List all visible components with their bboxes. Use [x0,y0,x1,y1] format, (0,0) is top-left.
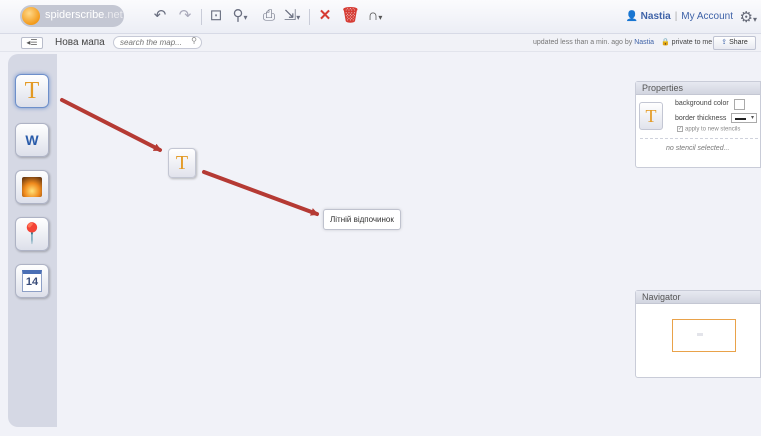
apply-checkbox[interactable]: ✓ [677,126,683,132]
navigator-title[interactable]: Navigator [636,291,760,304]
dragging-text-stencil[interactable]: T [168,148,196,178]
stencil-thumbnail: T [639,102,663,130]
panel-divider [640,138,758,139]
navigator-node-preview [697,333,703,336]
chevron-down-icon: ▾ [750,115,754,121]
border-thickness-label: border thickness [675,115,727,122]
background-color-picker[interactable] [734,99,745,110]
background-color-label: background color [675,100,729,107]
text-node[interactable]: Літній відпочинок [323,209,401,230]
apply-label: apply to new stencils [685,126,741,133]
drag-arrow-1 [60,98,162,152]
properties-panel: Properties T background color border thi… [635,81,761,168]
no-selection-text: no stencil selected... [666,145,730,152]
navigator-panel: Navigator [635,290,761,378]
properties-title[interactable]: Properties [636,82,760,95]
apply-to-new-stencils[interactable]: ✓ apply to new stencils [677,126,740,133]
navigator-viewport[interactable] [672,319,736,352]
border-thickness-select[interactable]: ▾ [731,113,757,123]
border-line-preview [735,118,746,120]
drag-arrow-2 [202,170,319,216]
